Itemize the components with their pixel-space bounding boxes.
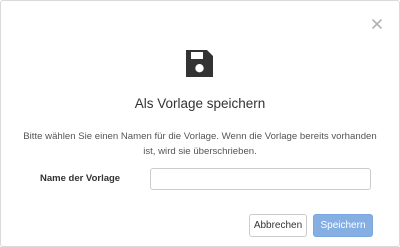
save-template-dialog: Als Vorlage speichern Bitte wählen Sie e… (0, 0, 400, 247)
dialog-description: Bitte wählen Sie einen Namen für die Vor… (23, 131, 377, 157)
template-name-label: Name der Vorlage (40, 173, 121, 184)
save-button[interactable]: Speichern (313, 214, 373, 237)
floppy-disk-save-icon (186, 50, 213, 77)
close-icon[interactable] (370, 17, 384, 31)
dialog-title: Als Vorlage speichern (134, 96, 266, 111)
template-name-input[interactable] (150, 168, 371, 190)
cancel-button[interactable]: Abbrechen (249, 214, 307, 237)
